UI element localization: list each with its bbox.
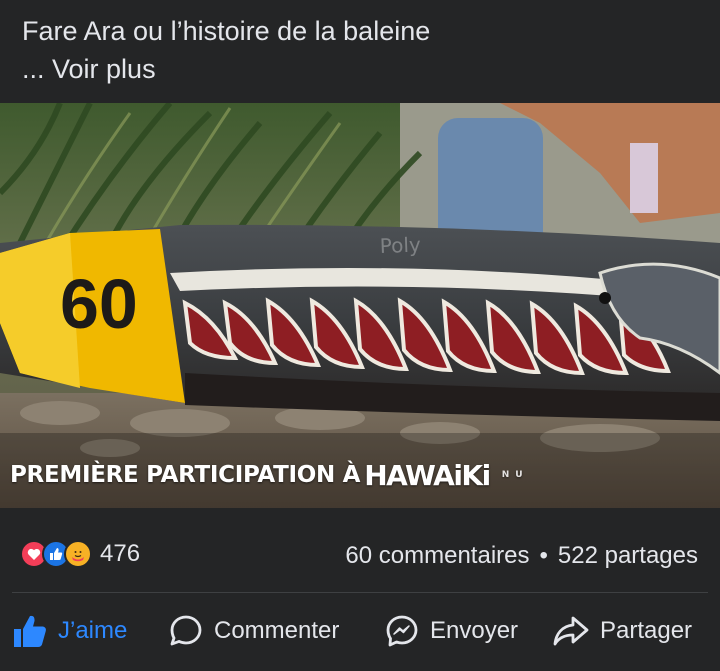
share-button[interactable]: Partager xyxy=(552,612,692,650)
reaction-count: 476 xyxy=(100,540,141,567)
action-bar: J’aime Commenter Envoyer Partager xyxy=(0,604,720,660)
engagement-counts: 60 commentaires • 522 partages xyxy=(345,542,698,570)
post-title: Fare Ara ou l’histoire de la baleine xyxy=(22,16,431,46)
comment-label: Commenter xyxy=(214,617,340,644)
shares-count[interactable]: 522 partages xyxy=(558,542,698,570)
caption-brand-small: NU xyxy=(501,470,529,480)
caption-main: PREMIÈRE PARTICIPATION À xyxy=(10,462,361,488)
send-label: Envoyer xyxy=(430,617,519,644)
thumbs-up-icon xyxy=(14,615,46,647)
comment-button[interactable]: Commenter xyxy=(168,612,339,650)
post-stats: 476 60 commentaires • 522 partages xyxy=(0,530,720,580)
comments-count[interactable]: 60 commentaires xyxy=(345,542,529,570)
see-more-link[interactable]: ... Voir plus xyxy=(22,50,702,88)
share-arrow-icon xyxy=(553,616,589,646)
care-reaction-icon xyxy=(64,540,92,568)
send-button[interactable]: Envoyer xyxy=(384,612,518,650)
share-label: Partager xyxy=(600,617,693,644)
svg-text:Poly: Poly xyxy=(379,233,421,258)
like-button[interactable]: J’aime xyxy=(12,612,127,650)
messenger-icon xyxy=(386,615,418,647)
divider xyxy=(12,592,708,593)
photo-caption: PREMIÈRE PARTICIPATION À HAWAiKi NU xyxy=(10,456,529,494)
comment-bubble-icon xyxy=(170,615,202,646)
caption-brand: HAWAiKi xyxy=(364,458,491,492)
bib-number: 60 xyxy=(60,265,138,343)
photo-canoe-scene: 60 Poly xyxy=(0,103,720,508)
stats-separator: • xyxy=(539,542,548,569)
like-label: J’aime xyxy=(58,617,128,644)
reactions-summary[interactable]: 476 xyxy=(20,540,140,568)
post-text: Fare Ara ou l’histoire de la baleine ...… xyxy=(22,12,702,88)
post-photo[interactable]: 60 Poly PREMIÈRE PARTICIPATION À HAWAiKi xyxy=(0,103,720,508)
